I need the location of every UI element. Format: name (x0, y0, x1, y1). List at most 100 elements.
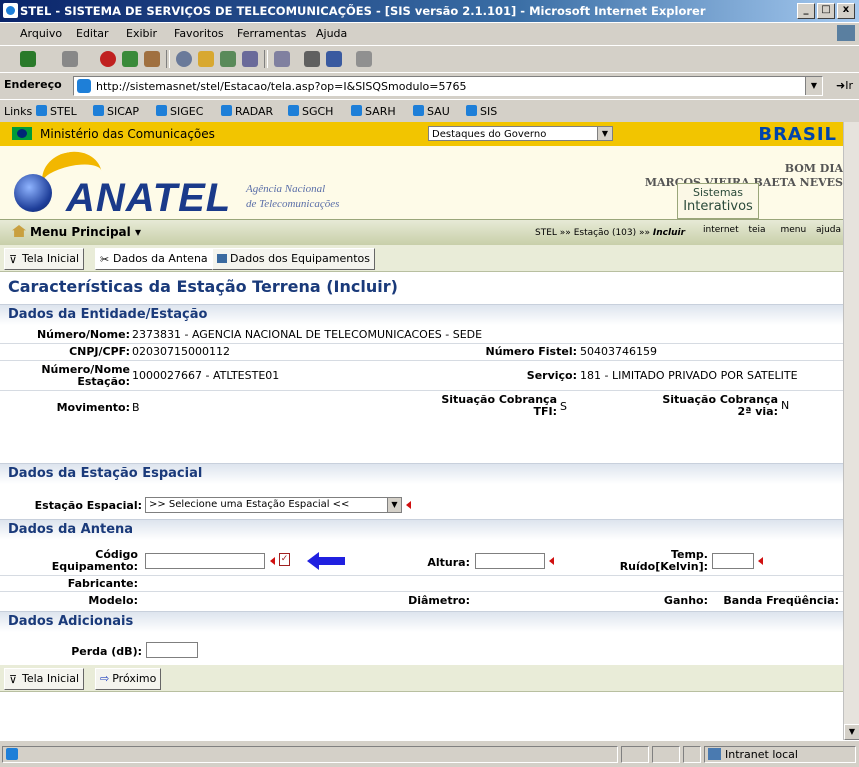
equipment-icon (217, 254, 227, 263)
menu-favoritos[interactable]: Favoritos (174, 27, 224, 40)
link-sigec[interactable]: SIGEC (156, 105, 203, 118)
menu-arquivo[interactable]: Arquivo (20, 27, 62, 40)
section-antena: Dados da Antena (0, 519, 843, 540)
section-adicionais: Dados Adicionais (0, 611, 843, 632)
section-antena-title: Dados da Antena (8, 522, 134, 537)
tab-dados-equipamentos[interactable]: Dados dos Equipamentos (212, 248, 376, 270)
address-input[interactable]: http://sistemasnet/stel/Estacao/tela.asp… (73, 76, 823, 96)
page-icon (77, 79, 91, 93)
nav-bar: Menu Principal ▾ STEL »» Estação (103) »… (0, 219, 843, 246)
filter-icon: ⊽ (9, 253, 18, 266)
forward-icon[interactable] (62, 51, 78, 67)
section-entidade-title: Dados da Entidade/Estação (8, 307, 208, 322)
address-dropdown-icon[interactable]: ▼ (805, 77, 822, 95)
edit-icon[interactable] (326, 51, 342, 67)
brasil-logo: BRASIL (758, 124, 837, 145)
link-sgch[interactable]: SGCH (288, 105, 333, 118)
cnpj-label: CNPJ/CPF: (69, 345, 130, 358)
codigo-label-line2: Equipamento: (51, 560, 138, 573)
history-icon[interactable] (242, 51, 258, 67)
minimize-button[interactable]: _ (797, 3, 815, 19)
menu-principal-label: Menu Principal (30, 225, 131, 239)
tela-inicial-button[interactable]: ⊽ Tela Inicial (4, 668, 85, 690)
address-bar: Endereço http://sistemasnet/stel/Estacao… (0, 72, 859, 100)
vertical-scrollbar[interactable]: ▼ (843, 122, 859, 740)
bottom-bar: ⊽ Tela Inicial ⇨ Próximo (0, 665, 843, 692)
zone-label: Intranet local (725, 748, 798, 761)
media-icon[interactable] (220, 51, 236, 67)
maximize-button[interactable]: □ (817, 3, 835, 19)
tab-tela-inicial[interactable]: ⊽ Tela Inicial (4, 248, 85, 270)
sistemas-interativos-badge[interactable]: Sistemas Interativos (677, 183, 759, 219)
brazil-flag-icon (12, 127, 32, 140)
proximo-button[interactable]: ⇨ Próximo (95, 668, 162, 690)
servico-label: Serviço: (526, 369, 577, 382)
nav-teia[interactable]: teia (748, 225, 765, 235)
back-icon[interactable] (20, 51, 36, 67)
page-icon (6, 748, 18, 760)
estacao-espacial-select[interactable]: >> Selecione uma Estação Espacial << ▼ (145, 497, 402, 513)
refresh-icon[interactable] (122, 51, 138, 67)
search-icon[interactable] (176, 51, 192, 67)
menu-ajuda[interactable]: Ajuda (316, 27, 347, 40)
nav-links: internet teia menu ajuda (696, 225, 841, 235)
perda-input[interactable] (146, 642, 198, 658)
required-marker-icon (758, 557, 763, 565)
tela-inicial-button-label: Tela Inicial (22, 672, 80, 685)
close-button[interactable]: x (837, 3, 855, 19)
link-sarh[interactable]: SARH (351, 105, 396, 118)
altura-input[interactable] (475, 553, 545, 569)
anatel-globe-icon (14, 174, 52, 212)
sit-2via-value: N (781, 399, 790, 412)
required-marker-icon (406, 501, 411, 509)
address-label: Endereço (4, 78, 62, 91)
antenna-icon: ✂ (100, 253, 110, 266)
discuss-icon[interactable] (356, 51, 372, 67)
sit-tfi-label-line2: TFI: (533, 405, 557, 418)
windows-logo-icon (837, 25, 855, 41)
print-icon[interactable] (304, 51, 320, 67)
temp-ruido-input[interactable] (712, 553, 754, 569)
fistel-label: Número Fistel: (485, 345, 578, 358)
window-title: STEL - SISTEMA DE SERVIÇOS DE TELECOMUNI… (20, 4, 706, 18)
menu-exibir[interactable]: Exibir (126, 27, 157, 40)
clipboard-check-icon[interactable]: ✓ (279, 553, 290, 566)
link-sau[interactable]: SAU (413, 105, 450, 118)
go-label: Ir (845, 79, 853, 92)
proximo-button-label: Próximo (112, 672, 157, 685)
nav-internet[interactable]: internet (703, 225, 739, 235)
home-icon (12, 225, 26, 237)
link-stel[interactable]: STEL (36, 105, 77, 118)
breadcrumb-stel[interactable]: STEL (535, 228, 557, 238)
menu-principal-button[interactable]: Menu Principal ▾ (30, 225, 141, 239)
mail-icon[interactable] (274, 51, 290, 67)
codigo-equipamento-input[interactable] (145, 553, 265, 569)
estacao-espacial-value: >> Selecione uma Estação Espacial << (149, 499, 350, 510)
sit-tfi-value: S (560, 400, 567, 413)
page-content: Ministério das Comunicações Destaques do… (0, 122, 843, 740)
favorites-icon[interactable] (198, 51, 214, 67)
home-icon[interactable] (144, 51, 160, 67)
link-sicap[interactable]: SICAP (93, 105, 139, 118)
interativos-label: Interativos (683, 199, 753, 214)
stop-icon[interactable] (100, 51, 116, 67)
nav-ajuda[interactable]: ajuda (816, 225, 841, 235)
sit-2via-label-line2: 2ª via: (737, 405, 778, 418)
breadcrumb-estacao[interactable]: Estação (103) (574, 228, 636, 238)
links-bar: Links STEL SICAP SIGEC RADAR SGCH SARH S… (0, 99, 859, 123)
scroll-down-icon[interactable]: ▼ (844, 724, 859, 740)
filter-icon: ⊽ (9, 673, 18, 686)
destaques-select[interactable]: Destaques do Governo ▼ (428, 126, 613, 141)
go-button[interactable]: ➜Ir (836, 79, 853, 92)
menu-ferramentas[interactable]: Ferramentas (237, 27, 306, 40)
menu-editar[interactable]: Editar (76, 27, 109, 40)
required-marker-icon (549, 557, 554, 565)
zone-cell: Intranet local (704, 746, 856, 763)
status-bar: Intranet local (0, 740, 859, 767)
menu-bar: Arquivo Editar Exibir Favoritos Ferramen… (0, 22, 859, 46)
link-sis[interactable]: SIS (466, 105, 497, 118)
diametro-label: Diâmetro: (408, 594, 470, 607)
link-radar[interactable]: RADAR (221, 105, 273, 118)
nav-menu[interactable]: menu (780, 225, 806, 235)
tab-dados-antena[interactable]: ✂ Dados da Antena (95, 248, 213, 270)
